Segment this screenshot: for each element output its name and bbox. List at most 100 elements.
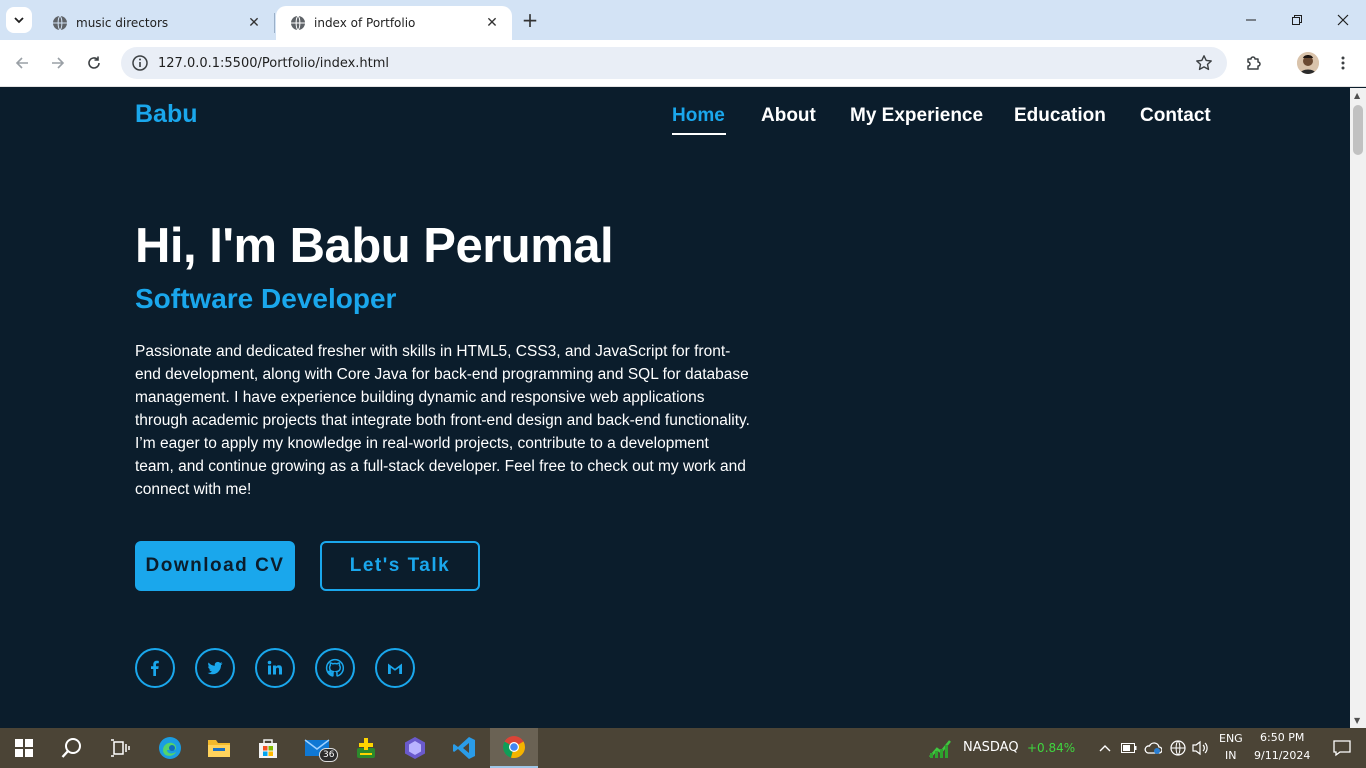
mail-app[interactable]: 36 — [293, 728, 341, 768]
scroll-down-arrow-icon[interactable]: ▼ — [1354, 716, 1360, 725]
battery-icon — [1121, 743, 1137, 753]
file-explorer-app[interactable] — [195, 728, 243, 768]
url-text[interactable]: 127.0.0.1:5500/Portfolio/index.html — [158, 56, 389, 71]
hero-subtitle: Software Developer — [135, 283, 397, 314]
bookmark-star-icon[interactable] — [1195, 54, 1213, 72]
globe-icon — [53, 15, 67, 31]
extensions-button[interactable] — [1242, 51, 1266, 75]
search-icon — [61, 738, 81, 758]
info-icon[interactable] — [131, 54, 149, 72]
language-code[interactable]: ENG — [1219, 732, 1243, 745]
edge-app[interactable] — [146, 728, 194, 768]
vscode-icon — [453, 737, 475, 759]
minimize-button[interactable] — [1228, 0, 1274, 40]
globe-network-icon — [1170, 740, 1186, 756]
twitter-link[interactable] — [195, 648, 235, 688]
scroll-thumb[interactable] — [1353, 105, 1363, 155]
site-logo[interactable]: Babu — [135, 100, 198, 129]
hero-title: Hi, I'm Babu Perumal — [135, 219, 614, 273]
search-button[interactable] — [48, 728, 96, 768]
nav-contact[interactable]: Contact — [1140, 105, 1211, 127]
battery-button[interactable] — [1119, 728, 1139, 768]
game-app[interactable] — [342, 728, 390, 768]
clock-time[interactable]: 6:50 PM — [1260, 731, 1304, 744]
back-button[interactable] — [10, 51, 34, 75]
stock-name[interactable]: NASDAQ — [963, 740, 1019, 755]
avatar — [1297, 52, 1319, 74]
more-vertical-icon — [1341, 56, 1345, 70]
nav-active-underline — [672, 133, 726, 135]
task-view-button[interactable] — [96, 728, 144, 768]
linkedin-link[interactable] — [255, 648, 295, 688]
close-window-button[interactable] — [1320, 0, 1366, 40]
network-button[interactable] — [1167, 728, 1189, 768]
tab-close-button[interactable]: ✕ — [246, 15, 262, 31]
stock-change: +0.84% — [1027, 741, 1076, 755]
tab-close-button[interactable]: ✕ — [484, 15, 500, 31]
chrome-icon — [503, 736, 525, 759]
profile-button[interactable] — [1296, 51, 1320, 75]
linkedin-icon — [267, 660, 282, 675]
github-link[interactable] — [315, 648, 355, 688]
browser-tab-strip: music directors ✕ index of Portfolio ✕ + — [0, 0, 1366, 40]
nav-education[interactable]: Education — [1014, 105, 1106, 127]
forward-button[interactable] — [46, 51, 70, 75]
folder-icon — [208, 740, 230, 757]
edge-icon — [159, 737, 181, 759]
globe-icon — [291, 15, 305, 31]
volume-button[interactable] — [1190, 728, 1212, 768]
language-region[interactable]: IN — [1225, 749, 1236, 762]
game-character-icon — [357, 738, 375, 758]
minimize-icon — [1246, 19, 1256, 21]
lets-talk-button[interactable]: Let's Talk — [320, 541, 480, 591]
reload-button[interactable] — [82, 51, 106, 75]
clock-date[interactable]: 9/11/2024 — [1254, 749, 1310, 762]
mail-unread-badge: 36 — [319, 748, 339, 762]
arrow-left-icon — [15, 57, 28, 69]
page-scrollbar[interactable]: ▲ ▼ — [1350, 88, 1366, 728]
facebook-icon — [151, 660, 159, 676]
stock-widget-icon-wrap[interactable] — [920, 728, 960, 768]
tab-search-button[interactable] — [6, 7, 32, 33]
gmail-link[interactable] — [375, 648, 415, 688]
download-cv-button[interactable]: Download CV — [135, 541, 295, 591]
nav-about[interactable]: About — [761, 105, 816, 127]
copilot-app[interactable] — [391, 728, 439, 768]
tab-title: music directors — [76, 16, 169, 30]
restore-button[interactable] — [1274, 0, 1320, 40]
reload-icon — [88, 56, 100, 69]
scroll-up-arrow-icon[interactable]: ▲ — [1354, 91, 1360, 100]
tab-music-directors[interactable]: music directors ✕ — [38, 6, 274, 40]
address-bar[interactable]: 127.0.0.1:5500/Portfolio/index.html — [121, 47, 1227, 79]
nav-my-experience[interactable]: My Experience — [850, 105, 983, 127]
notifications-button[interactable] — [1318, 728, 1366, 768]
start-button[interactable] — [0, 728, 48, 768]
tab-index-of-portfolio[interactable]: index of Portfolio ✕ — [276, 6, 512, 40]
notification-icon — [1333, 740, 1351, 757]
github-icon — [325, 658, 345, 677]
windows-logo-icon — [15, 739, 33, 757]
arrow-right-icon — [52, 57, 65, 69]
new-tab-button[interactable]: + — [518, 8, 542, 32]
cloud-icon — [1144, 742, 1162, 754]
hexagon-app-icon — [405, 737, 425, 759]
vscode-app[interactable] — [440, 728, 488, 768]
task-view-icon — [111, 739, 130, 757]
microsoft-store-app[interactable] — [244, 728, 292, 768]
tab-title: index of Portfolio — [314, 16, 416, 30]
onedrive-button[interactable] — [1142, 728, 1164, 768]
facebook-link[interactable] — [135, 648, 175, 688]
show-hidden-icons-button[interactable] — [1096, 728, 1114, 768]
nav-home[interactable]: Home — [672, 105, 725, 127]
gmail-icon — [388, 663, 402, 674]
store-icon — [259, 739, 277, 758]
portfolio-page: Babu Home About My Experience Education … — [0, 88, 1350, 728]
menu-button[interactable] — [1331, 51, 1355, 75]
chevron-down-icon — [14, 17, 24, 24]
windows-taskbar: 36 NASDAQ +0.84% ENG IN 6:50 PM 9/11/202… — [0, 728, 1366, 768]
hero-description: Passionate and dedicated fresher with sk… — [135, 343, 750, 498]
close-icon — [1337, 14, 1349, 26]
chrome-app[interactable] — [490, 728, 538, 768]
chevron-up-icon — [1099, 745, 1111, 752]
puzzle-icon — [1247, 56, 1261, 70]
